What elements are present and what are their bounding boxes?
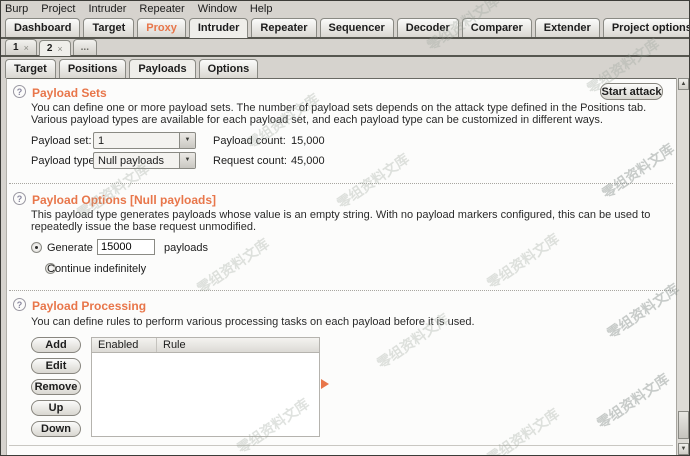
add-button[interactable]: Add xyxy=(31,337,81,353)
attack-tab-more[interactable]: ... xyxy=(73,39,97,55)
attack-tab-2-label: 2 xyxy=(47,43,53,54)
request-count-value: 45,000 xyxy=(291,155,325,167)
help-icon[interactable]: ? xyxy=(13,298,26,311)
section-divider xyxy=(9,290,673,291)
attention-arrow-icon xyxy=(321,379,329,389)
intruder-subtab-bar: Target Positions Payloads Options xyxy=(1,59,689,78)
subtab-target[interactable]: Target xyxy=(5,59,56,78)
continue-indefinitely-label: Continue indefinitely xyxy=(47,263,146,275)
generate-label: Generate xyxy=(47,242,93,254)
scroll-down-icon[interactable]: ▼ xyxy=(678,443,689,455)
payload-type-dropdown[interactable]: Null payloads ▼ xyxy=(93,152,196,169)
tab-repeater[interactable]: Repeater xyxy=(251,18,316,37)
tab-target[interactable]: Target xyxy=(83,18,134,37)
tab-extender[interactable]: Extender xyxy=(535,18,600,37)
scrollbar-thumb[interactable] xyxy=(678,411,689,439)
payload-set-value: 1 xyxy=(94,133,179,148)
payload-set-label: Payload set: xyxy=(31,135,92,147)
down-button[interactable]: Down xyxy=(31,421,81,437)
remove-button[interactable]: Remove xyxy=(31,379,81,395)
column-header-enabled[interactable]: Enabled xyxy=(92,338,157,352)
menubar: Burp Project Intruder Repeater Window He… xyxy=(1,1,689,17)
payload-type-value: Null payloads xyxy=(94,153,179,168)
payload-type-label: Payload type: xyxy=(31,155,98,167)
subtab-payloads[interactable]: Payloads xyxy=(129,59,195,79)
payload-count-label: Payload count: xyxy=(213,135,286,147)
request-count-label: Request count: xyxy=(213,155,287,167)
menu-repeater[interactable]: Repeater xyxy=(139,3,184,15)
tab-decoder[interactable]: Decoder xyxy=(397,18,459,37)
attack-tab-1-label: 1 xyxy=(13,42,19,53)
generate-suffix-label: payloads xyxy=(164,242,208,254)
chevron-down-icon[interactable]: ▼ xyxy=(179,133,195,148)
generate-count-input[interactable] xyxy=(97,239,155,255)
tab-proxy[interactable]: Proxy xyxy=(137,18,186,37)
attack-tab-2[interactable]: 2 × xyxy=(39,40,71,56)
start-attack-button[interactable]: Start attack xyxy=(600,83,663,100)
tab-comparer[interactable]: Comparer xyxy=(462,18,532,37)
payload-processing-description: You can define rules to perform various … xyxy=(31,316,677,328)
subtab-positions[interactable]: Positions xyxy=(59,59,127,78)
up-button[interactable]: Up xyxy=(31,400,81,416)
attack-tab-1[interactable]: 1 × xyxy=(5,39,37,55)
menu-project[interactable]: Project xyxy=(41,3,75,15)
table-header-row: Enabled Rule xyxy=(92,338,319,353)
tab-dashboard[interactable]: Dashboard xyxy=(5,18,80,37)
close-icon[interactable]: × xyxy=(57,44,62,54)
menu-window[interactable]: Window xyxy=(198,3,237,15)
generate-radio[interactable] xyxy=(31,242,42,253)
close-icon[interactable]: × xyxy=(24,43,29,53)
bottom-divider xyxy=(9,445,673,446)
tab-sequencer[interactable]: Sequencer xyxy=(320,18,394,37)
burp-suite-window: Burp Project Intruder Repeater Window He… xyxy=(0,0,690,456)
subtab-options[interactable]: Options xyxy=(199,59,259,78)
payload-set-dropdown[interactable]: 1 ▼ xyxy=(93,132,196,149)
vertical-scrollbar[interactable]: ▲ ▼ xyxy=(676,78,689,455)
payload-count-value: 15,000 xyxy=(291,135,325,147)
payload-processing-title: Payload Processing xyxy=(32,299,146,313)
tab-intruder[interactable]: Intruder xyxy=(189,18,249,38)
help-icon[interactable]: ? xyxy=(13,192,26,205)
menu-burp[interactable]: Burp xyxy=(5,3,28,15)
chevron-down-icon[interactable]: ▼ xyxy=(179,153,195,168)
menu-intruder[interactable]: Intruder xyxy=(89,3,127,15)
payload-sets-title: Payload Sets xyxy=(32,86,107,100)
payload-options-description: This payload type generates payloads who… xyxy=(31,209,677,233)
tab-project-options[interactable]: Project options xyxy=(603,18,690,37)
section-divider xyxy=(9,183,673,184)
help-icon[interactable]: ? xyxy=(13,85,26,98)
payload-options-title: Payload Options [Null payloads] xyxy=(32,193,216,207)
attack-tab-bar: 1 × 2 × ... xyxy=(1,39,689,57)
main-tab-bar: Dashboard Target Proxy Intruder Repeater… xyxy=(1,17,689,39)
payload-sets-description: You can define one or more payload sets.… xyxy=(31,102,677,126)
processing-rules-table[interactable]: Enabled Rule xyxy=(91,337,320,437)
menu-help[interactable]: Help xyxy=(250,3,273,15)
column-header-rule[interactable]: Rule xyxy=(157,338,319,352)
edit-button[interactable]: Edit xyxy=(31,358,81,374)
scroll-up-icon[interactable]: ▲ xyxy=(678,78,689,90)
